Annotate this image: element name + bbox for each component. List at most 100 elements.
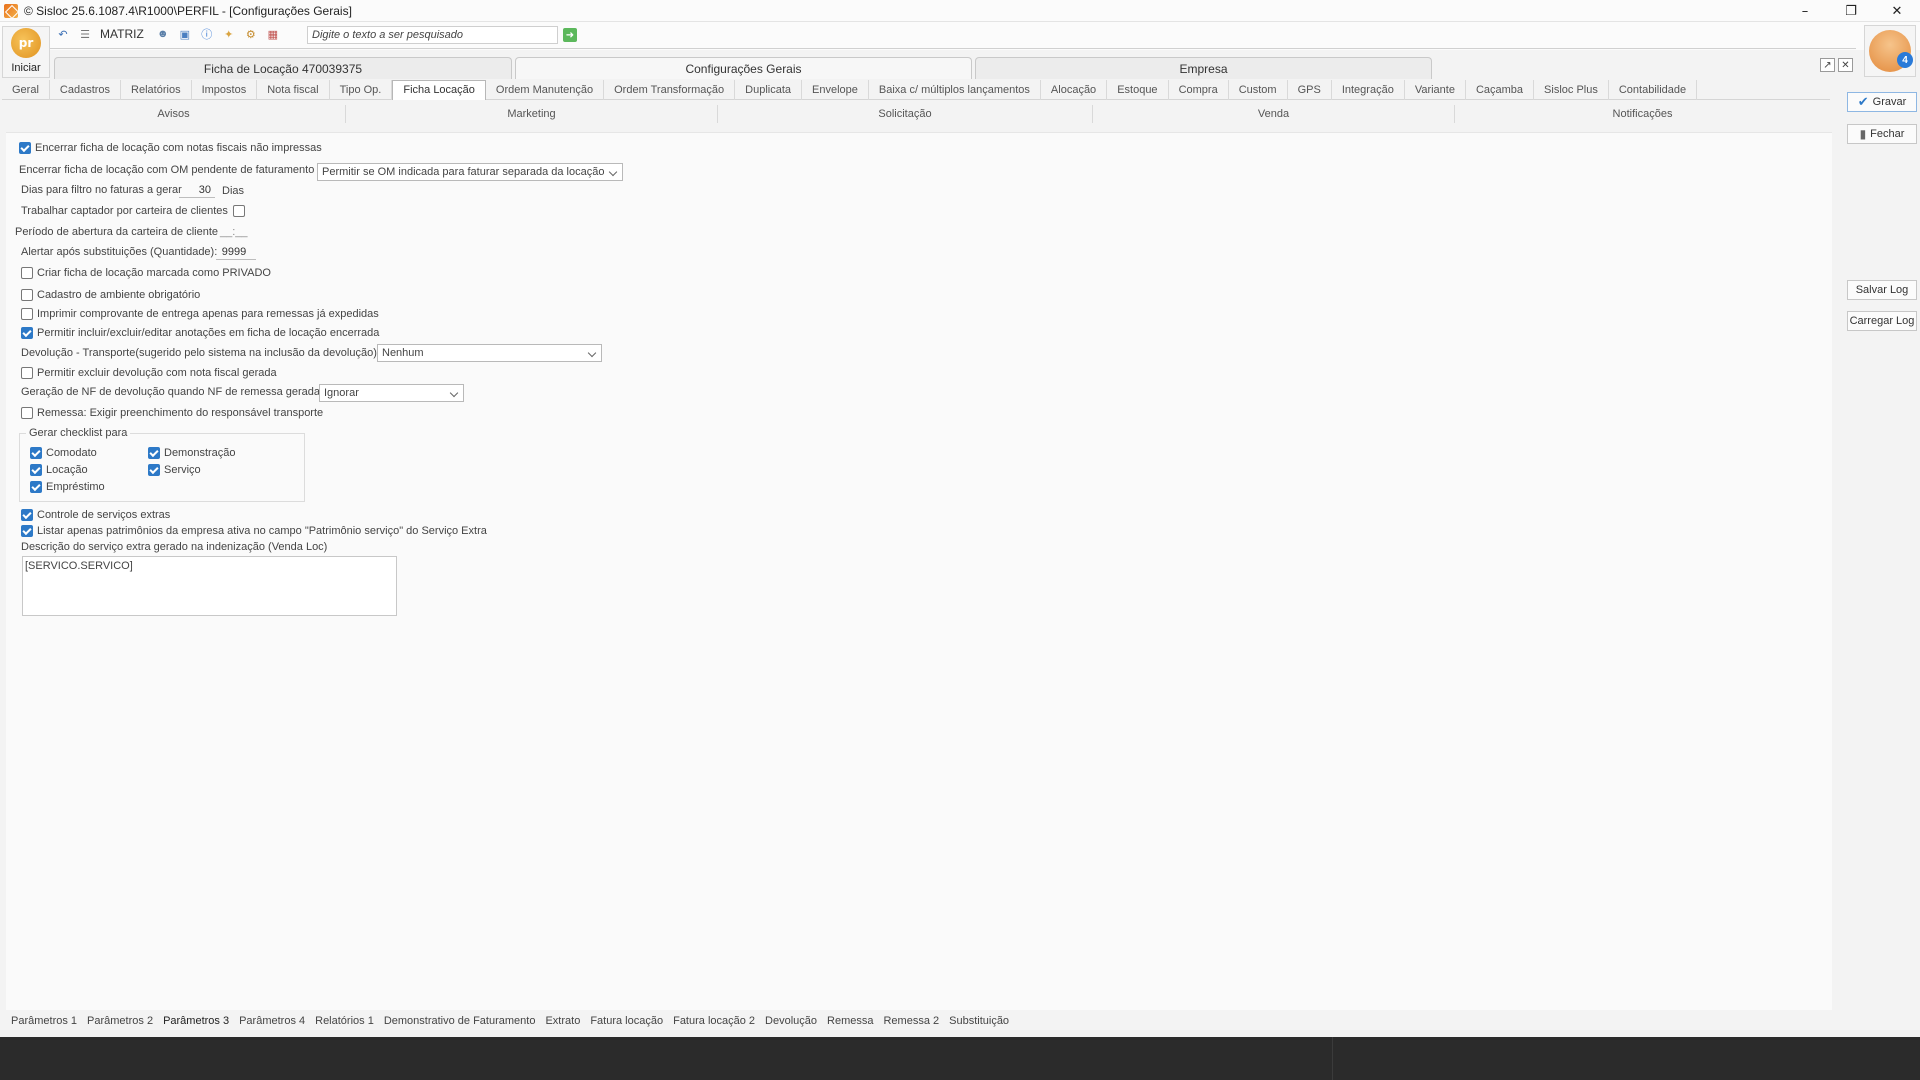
help-icon[interactable]: ⓘ bbox=[198, 25, 216, 43]
matriz-label[interactable]: MATRIZ bbox=[100, 27, 144, 41]
subtab-venda[interactable]: Venda bbox=[1093, 105, 1455, 123]
locacao-checkbox[interactable] bbox=[30, 464, 42, 476]
tab-impostos[interactable]: Impostos bbox=[192, 79, 258, 100]
tab-sisloc-plus[interactable]: Sisloc Plus bbox=[1534, 79, 1609, 100]
privado-checkbox[interactable] bbox=[21, 267, 33, 279]
btab-relatorios-1[interactable]: Relatórios 1 bbox=[310, 1015, 379, 1027]
controle-servicos-row[interactable]: Controle de serviços extras bbox=[21, 509, 170, 521]
tab-geral[interactable]: Geral bbox=[2, 79, 50, 100]
tab-gps[interactable]: GPS bbox=[1288, 79, 1332, 100]
tab-alocacao[interactable]: Alocação bbox=[1041, 79, 1108, 100]
grid-icon[interactable]: ☰ bbox=[76, 25, 94, 43]
encerrar-om-select[interactable]: Permitir se OM indicada para faturar sep… bbox=[317, 163, 623, 181]
subtab-marketing[interactable]: Marketing bbox=[346, 105, 718, 123]
comprovante-row[interactable]: Imprimir comprovante de entrega apenas p… bbox=[21, 308, 379, 320]
demonstracao-checkbox[interactable] bbox=[148, 447, 160, 459]
checklist-servico[interactable]: Serviço bbox=[148, 464, 201, 476]
tab-compra[interactable]: Compra bbox=[1169, 79, 1229, 100]
tab-integracao[interactable]: Integração bbox=[1332, 79, 1405, 100]
doc-tab-empresa[interactable]: Empresa bbox=[975, 57, 1432, 79]
wand-icon[interactable]: ✦ bbox=[220, 25, 238, 43]
tab-ordem-transformacao[interactable]: Ordem Transformação bbox=[604, 79, 736, 100]
captador-checkbox[interactable] bbox=[232, 205, 245, 217]
close-doc-icon[interactable]: ✕ bbox=[1838, 58, 1853, 72]
controle-servicos-checkbox[interactable] bbox=[21, 509, 33, 521]
comprovante-checkbox[interactable] bbox=[21, 308, 33, 320]
alertar-input[interactable]: 9999 bbox=[216, 244, 256, 260]
servico-checkbox[interactable] bbox=[148, 464, 160, 476]
btab-parametros-3[interactable]: Parâmetros 3 bbox=[158, 1015, 234, 1027]
window-icon[interactable]: ▣ bbox=[176, 25, 194, 43]
ambiente-row[interactable]: Cadastro de ambiente obrigatório bbox=[21, 289, 200, 301]
tab-ficha-locacao[interactable]: Ficha Locação bbox=[392, 79, 486, 100]
btab-remessa[interactable]: Remessa bbox=[822, 1015, 878, 1027]
checklist-comodato[interactable]: Comodato bbox=[30, 447, 97, 459]
ambiente-checkbox[interactable] bbox=[21, 289, 33, 301]
btab-demonstrativo[interactable]: Demonstrativo de Faturamento bbox=[379, 1015, 541, 1027]
dias-input[interactable]: 30 bbox=[179, 182, 215, 198]
remessa-row[interactable]: Remessa: Exigir preenchimento do respons… bbox=[21, 407, 323, 419]
btab-substituicao[interactable]: Substituição bbox=[944, 1015, 1014, 1027]
users-icon[interactable]: ☻ bbox=[154, 25, 172, 43]
tab-relatorios[interactable]: Relatórios bbox=[121, 79, 192, 100]
doc-tab-ficha-locacao[interactable]: Ficha de Locação 470039375 bbox=[54, 57, 512, 79]
tab-tipo-op[interactable]: Tipo Op. bbox=[330, 79, 393, 100]
iniciar-button[interactable]: pr Iniciar bbox=[2, 26, 50, 78]
undo-icon[interactable]: ↶ bbox=[54, 25, 72, 43]
minimize-icon[interactable]: – bbox=[1782, 0, 1828, 22]
listar-patrimonios-row[interactable]: Listar apenas patrimônios da empresa ati… bbox=[21, 525, 487, 537]
salvar-log-button[interactable]: Salvar Log bbox=[1847, 280, 1917, 300]
search-input[interactable]: Digite o texto a ser pesquisado bbox=[307, 26, 558, 44]
subtab-notificacoes[interactable]: Notificações bbox=[1455, 105, 1830, 123]
tab-variante[interactable]: Variante bbox=[1405, 79, 1466, 100]
subtab-solicitacao[interactable]: Solicitação bbox=[718, 105, 1093, 123]
descricao-textarea[interactable]: [SERVICO.SERVICO] bbox=[22, 556, 397, 616]
subtab-avisos[interactable]: Avisos bbox=[2, 105, 346, 123]
user-avatar[interactable]: 4 bbox=[1864, 25, 1916, 77]
tab-custom[interactable]: Custom bbox=[1229, 79, 1288, 100]
btab-extrato[interactable]: Extrato bbox=[540, 1015, 585, 1027]
btab-parametros-1[interactable]: Parâmetros 1 bbox=[6, 1015, 82, 1027]
search-go-icon[interactable]: ➜ bbox=[563, 28, 577, 42]
btab-parametros-2[interactable]: Parâmetros 2 bbox=[82, 1015, 158, 1027]
btab-remessa-2[interactable]: Remessa 2 bbox=[878, 1015, 944, 1027]
devolucao-select[interactable]: Nenhum bbox=[377, 344, 602, 362]
btab-parametros-4[interactable]: Parâmetros 4 bbox=[234, 1015, 310, 1027]
excluir-devolucao-row[interactable]: Permitir excluir devolução com nota fisc… bbox=[21, 367, 277, 379]
geracao-nf-select[interactable]: Ignorar bbox=[319, 384, 464, 402]
captador-row[interactable]: Trabalhar captador por carteira de clien… bbox=[21, 205, 249, 217]
tab-contabilidade[interactable]: Contabilidade bbox=[1609, 79, 1698, 100]
anotacoes-row[interactable]: Permitir incluir/excluir/editar anotaçõe… bbox=[21, 327, 379, 339]
float-window-icon[interactable]: ↗ bbox=[1820, 58, 1835, 72]
carregar-log-button[interactable]: Carregar Log bbox=[1847, 311, 1917, 331]
checklist-locacao[interactable]: Locação bbox=[30, 464, 88, 476]
tab-estoque[interactable]: Estoque bbox=[1107, 79, 1169, 100]
gravar-button[interactable]: ✔ Gravar bbox=[1847, 92, 1917, 112]
comodato-checkbox[interactable] bbox=[30, 447, 42, 459]
tab-nota-fiscal[interactable]: Nota fiscal bbox=[257, 79, 330, 100]
doc-tab-configuracoes-gerais[interactable]: Configurações Gerais bbox=[515, 57, 972, 79]
btab-devolucao[interactable]: Devolução bbox=[760, 1015, 822, 1027]
privado-row[interactable]: Criar ficha de locação marcada como PRIV… bbox=[21, 267, 271, 279]
tab-cacamba[interactable]: Caçamba bbox=[1466, 79, 1535, 100]
anotacoes-checkbox[interactable] bbox=[21, 327, 33, 339]
periodo-input[interactable]: __:__ bbox=[220, 224, 250, 240]
encerrar-nf-row[interactable]: Encerrar ficha de locação com notas fisc… bbox=[19, 142, 322, 154]
calendar-icon[interactable]: ▦ bbox=[264, 25, 282, 43]
restore-icon[interactable]: ❐ bbox=[1828, 0, 1874, 22]
excluir-devolucao-checkbox[interactable] bbox=[21, 367, 33, 379]
listar-patrimonios-checkbox[interactable] bbox=[21, 525, 33, 537]
tab-duplicata[interactable]: Duplicata bbox=[735, 79, 803, 100]
fechar-button[interactable]: ▮ Fechar bbox=[1847, 124, 1917, 144]
tab-envelope[interactable]: Envelope bbox=[802, 79, 869, 100]
checklist-demonstracao[interactable]: Demonstração bbox=[148, 447, 236, 459]
remessa-checkbox[interactable] bbox=[21, 407, 33, 419]
checklist-emprestimo[interactable]: Empréstimo bbox=[30, 481, 105, 493]
tab-cadastros[interactable]: Cadastros bbox=[50, 79, 122, 100]
encerrar-nf-checkbox[interactable] bbox=[19, 142, 31, 154]
btab-fatura-locacao-2[interactable]: Fatura locação 2 bbox=[668, 1015, 760, 1027]
tab-ordem-manutencao[interactable]: Ordem Manutenção bbox=[486, 79, 605, 100]
btab-fatura-locacao[interactable]: Fatura locação bbox=[585, 1015, 668, 1027]
emprestimo-checkbox[interactable] bbox=[30, 481, 42, 493]
close-icon[interactable]: ✕ bbox=[1874, 0, 1920, 22]
